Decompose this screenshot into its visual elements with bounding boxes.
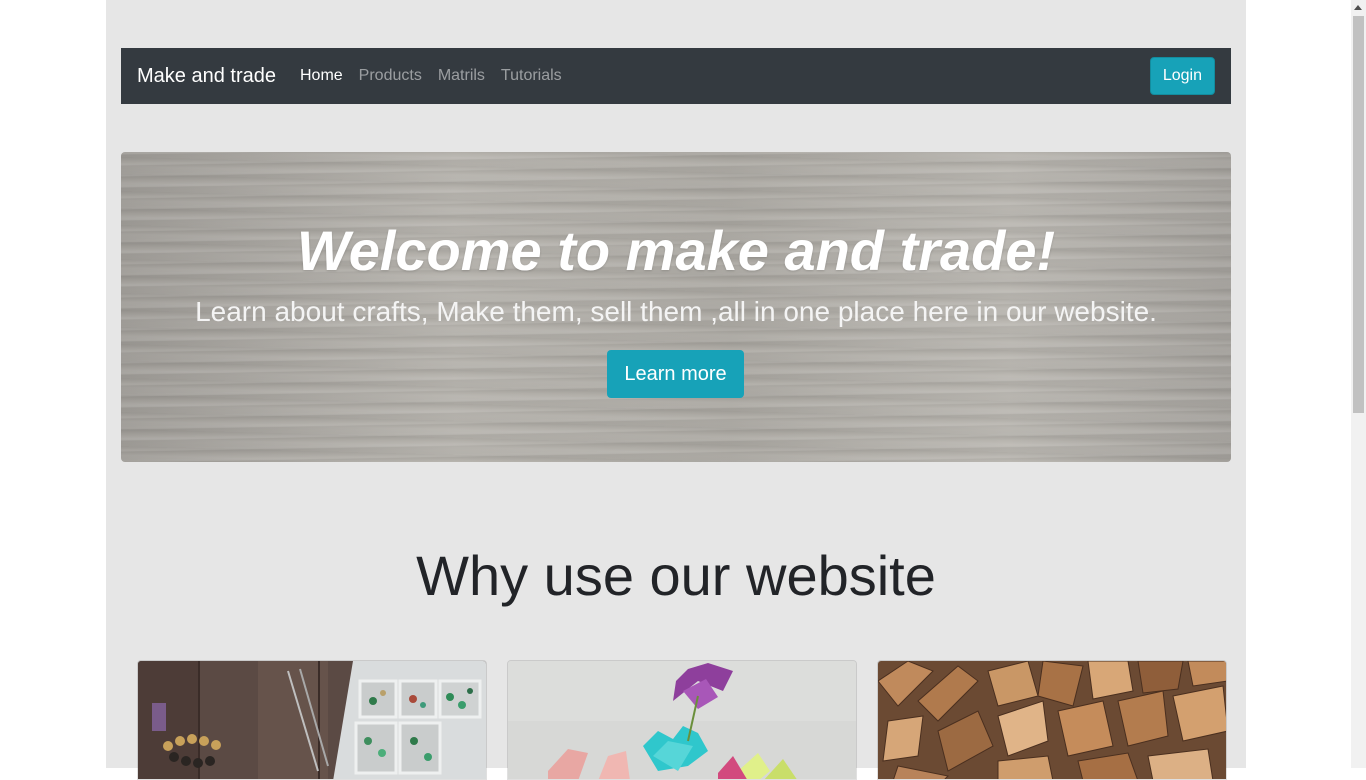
page-scrollbar[interactable] (1351, 0, 1366, 768)
scroll-up-icon[interactable] (1354, 5, 1362, 10)
page-container: Make and trade Home Products Matrils Tut… (106, 0, 1246, 780)
brand-logo[interactable]: Make and trade (137, 65, 276, 88)
nav-products[interactable]: Products (359, 67, 422, 85)
jewelry-beads-image (138, 661, 486, 779)
hero-title: Welcome to make and trade! (296, 219, 1056, 282)
wood-pieces-image (878, 661, 1226, 779)
learn-more-button[interactable]: Learn more (607, 350, 744, 398)
feature-card-paper-flowers[interactable] (507, 660, 857, 780)
paper-flowers-image (508, 661, 856, 779)
navbar: Make and trade Home Products Matrils Tut… (121, 48, 1231, 104)
feature-card-jewelry[interactable] (137, 660, 487, 780)
feature-card-wood[interactable] (877, 660, 1227, 780)
nav-matrils[interactable]: Matrils (438, 67, 485, 85)
scrollbar-thumb[interactable] (1353, 16, 1364, 413)
hero-banner: Welcome to make and trade! Learn about c… (121, 152, 1231, 462)
nav-tutorials[interactable]: Tutorials (501, 67, 562, 85)
features-title: Why use our website (416, 544, 936, 607)
hero-subtitle: Learn about crafts, Make them, sell them… (195, 296, 1157, 327)
login-button[interactable]: Login (1149, 57, 1215, 95)
nav-home[interactable]: Home (300, 67, 343, 85)
